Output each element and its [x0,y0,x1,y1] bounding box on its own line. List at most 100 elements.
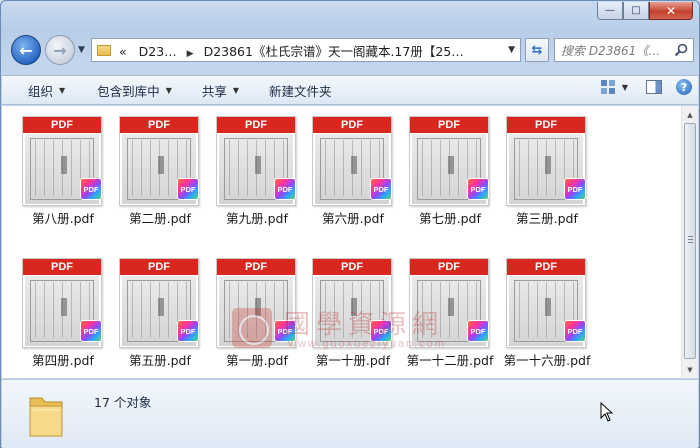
organize-label: 组织 [28,83,54,99]
scrollbar-thumb[interactable] [684,123,696,359]
page-title-mark [255,156,261,174]
refresh-icon: ⇆ [531,42,543,58]
change-view-icon[interactable] [600,79,616,95]
include-in-library-menu[interactable]: 包含到库中 ▼ [87,78,182,102]
chevron-down-icon: ▼ [165,85,172,95]
breadcrumb-overflow[interactable]: « [119,44,127,59]
page-column-line [519,140,520,196]
pdf-label: PDF [313,259,391,275]
watermark-text: 國學資源網 [284,310,445,340]
file-item[interactable]: PDF PDF 第二册.pdf [107,108,203,228]
page-column-line [440,140,441,196]
minimize-button[interactable]: — [597,2,623,20]
page-column-line [458,140,459,196]
file-item[interactable]: PDF PDF 第九册.pdf [204,108,300,228]
page-column-line [229,140,230,196]
page-column-line [35,140,36,196]
file-name: 第五册.pdf [129,353,191,368]
pdf-app-icon: PDF [370,178,392,200]
page-title-mark [61,156,67,174]
scroll-down-arrow-icon[interactable]: ▼ [682,361,698,378]
file-item[interactable]: PDF PDF 第七册.pdf [397,108,493,228]
maximize-button[interactable]: □ [623,2,649,20]
scroll-up-arrow-icon[interactable]: ▲ [682,106,698,123]
pdf-label: PDF [313,117,391,133]
page-column-line [132,282,133,338]
page-title-mark [158,298,164,316]
pdf-app-icon: PDF [274,178,296,200]
file-item[interactable]: PDF PDF 第三册.pdf [494,108,590,228]
navigation-row: ← → ▼ « D23… ▶ D23861《杜氏宗谱》天一阁藏本.17册【25…… [9,33,694,67]
page-column-line [334,140,335,196]
file-item[interactable]: PDF PDF 第八册.pdf [10,108,106,228]
pdf-label: PDF [120,117,198,133]
page-column-line [431,140,432,196]
address-history-dropdown[interactable]: ▼ [508,45,515,55]
page-title-mark [545,156,551,174]
help-icon[interactable]: ? [676,79,692,95]
file-item[interactable]: PDF PDF 第五册.pdf [107,250,203,370]
breadcrumb-current[interactable]: D23861《杜氏宗谱》天一阁藏本.17册【25… [204,44,464,59]
page-column-line [168,282,169,338]
page-column-line [343,140,344,196]
page-column-line [53,282,54,338]
breadcrumb-root[interactable]: D23… [139,44,177,59]
close-button[interactable]: ✕ [649,2,693,20]
page-column-line [168,140,169,196]
page-column-line [361,140,362,196]
pdf-app-icon: PDF [177,320,199,342]
file-list: PDF PDF 第八册.pdf PDF PDF 第二册.pdf PDF PDF 第九册.pdf P… [2,106,698,378]
folder-icon [97,44,111,56]
refresh-button[interactable]: ⇆ [525,38,549,62]
recent-pages-dropdown[interactable]: ▼ [78,45,85,55]
search-icon[interactable] [674,43,688,57]
file-name: 第六册.pdf [322,211,384,226]
vertical-scrollbar[interactable]: ▲ ▼ [681,106,698,378]
file-item[interactable]: PDF PDF 第六册.pdf [300,108,396,228]
pdf-app-icon: PDF [467,178,489,200]
page-column-line [35,282,36,338]
details-pane: 17 个对象 [2,379,698,448]
page-column-line [229,282,230,338]
page-column-line [528,282,529,338]
page-column-line [528,140,529,196]
pdf-app-icon: PDF [80,178,102,200]
page-column-line [537,282,538,338]
pdf-label: PDF [217,259,295,275]
caption-buttons: — □ ✕ [597,2,693,20]
search-input[interactable]: 搜索 D23861《… [561,42,671,59]
search-box[interactable]: 搜索 D23861《… [554,38,694,62]
share-menu[interactable]: 共享 ▼ [192,78,249,102]
pdf-label: PDF [507,259,585,275]
breadcrumb-separator-icon[interactable]: ▶ [187,49,194,59]
back-button[interactable]: ← [11,35,41,65]
view-controls: ▼ ? [600,79,692,95]
page-column-line [141,140,142,196]
file-item[interactable]: PDF PDF 第四册.pdf [10,250,106,370]
page-title-mark [61,298,67,316]
forward-button[interactable]: → [45,35,75,65]
pdf-label: PDF [120,259,198,275]
pdf-label: PDF [23,117,101,133]
breadcrumb: « D23… ▶ D23861《杜氏宗谱》天一阁藏本.17册【25… [119,41,464,60]
watermark: 國學資源網 www.guoxueziyuan.com [232,304,462,354]
file-name: 第八册.pdf [32,211,94,226]
page-column-line [71,140,72,196]
address-bar[interactable]: « D23… ▶ D23861《杜氏宗谱》天一阁藏本.17册【25… ▼ [91,38,521,62]
pdf-app-icon: PDF [564,320,586,342]
page-column-line [141,282,142,338]
file-item[interactable]: PDF PDF 第一十六册.pdf [494,250,590,370]
page-column-line [53,140,54,196]
mouse-cursor-icon [600,402,614,422]
view-options-dropdown[interactable]: ▼ [622,83,628,92]
new-folder-button[interactable]: 新建文件夹 [259,78,342,102]
page-column-line [519,282,520,338]
folder-icon [29,397,63,437]
chevron-down-icon: ▼ [232,85,240,95]
preview-pane-icon[interactable] [646,80,662,94]
page-column-line [238,140,239,196]
page-column-line [44,140,45,196]
pdf-app-icon: PDF [80,320,102,342]
page-title-mark [545,298,551,316]
organize-menu[interactable]: 组织 ▼ [18,78,75,102]
